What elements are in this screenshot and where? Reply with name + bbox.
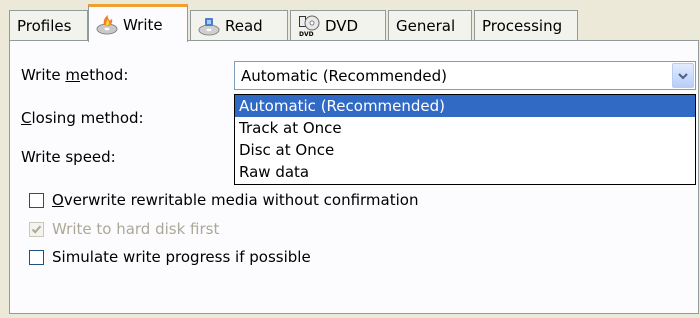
write-speed-label: Write speed: xyxy=(21,148,116,166)
overwrite-rewritable-checkbox[interactable] xyxy=(29,192,44,208)
checkbox-label: Overwrite rewritable media without confi… xyxy=(52,191,419,209)
dvd-icon: DVD xyxy=(298,15,320,38)
tab-dvd[interactable]: DVD DVD xyxy=(290,10,386,40)
closing-method-label: Closing method: xyxy=(21,109,144,127)
tab-processing[interactable]: Processing xyxy=(474,10,578,40)
read-disc-icon xyxy=(198,15,220,37)
tab-general[interactable]: General xyxy=(388,10,472,40)
write-method-value: Automatic (Recommended) xyxy=(241,66,448,85)
dropdown-option[interactable]: Automatic (Recommended) xyxy=(235,95,695,117)
write-disc-icon xyxy=(96,14,118,36)
tab-label: Read xyxy=(225,16,263,35)
checkmark-icon xyxy=(31,225,42,234)
svg-text:DVD: DVD xyxy=(299,31,314,37)
tab-label: Write xyxy=(123,15,163,34)
tab-label: DVD xyxy=(325,16,359,35)
write-method-label: Write method: xyxy=(21,66,129,84)
tab-profiles[interactable]: Profiles xyxy=(9,10,88,40)
write-to-hard-disk-checkbox-row[interactable]: Write to hard disk first xyxy=(29,220,219,238)
dropdown-option[interactable]: Raw data xyxy=(235,161,695,183)
dropdown-option[interactable]: Disc at Once xyxy=(235,139,695,161)
write-method-dropdown-list: Automatic (Recommended) Track at Once Di… xyxy=(234,94,696,185)
tab-label: Processing xyxy=(482,16,563,35)
checkbox-label: Write to hard disk first xyxy=(52,220,220,238)
write-to-hard-disk-checkbox[interactable] xyxy=(29,221,44,237)
dropdown-option[interactable]: Track at Once xyxy=(235,117,695,139)
simulate-write-progress-checkbox[interactable] xyxy=(29,249,44,265)
tab-read[interactable]: Read xyxy=(190,10,288,40)
checkbox-label: Simulate write progress if possible xyxy=(52,248,311,266)
simulate-write-progress-checkbox-row[interactable]: Simulate write progress if possible xyxy=(29,248,311,266)
tab-label: Profiles xyxy=(17,16,72,35)
write-method-select[interactable]: Automatic (Recommended) xyxy=(234,61,696,90)
tab-write[interactable]: Write xyxy=(88,4,188,42)
tab-label: General xyxy=(396,16,456,35)
overwrite-rewritable-checkbox-row[interactable]: Overwrite rewritable media without confi… xyxy=(29,191,418,209)
chevron-down-icon[interactable] xyxy=(672,63,694,88)
tab-strip: Profiles Write Read DVD DVD General Proc… xyxy=(0,0,700,42)
